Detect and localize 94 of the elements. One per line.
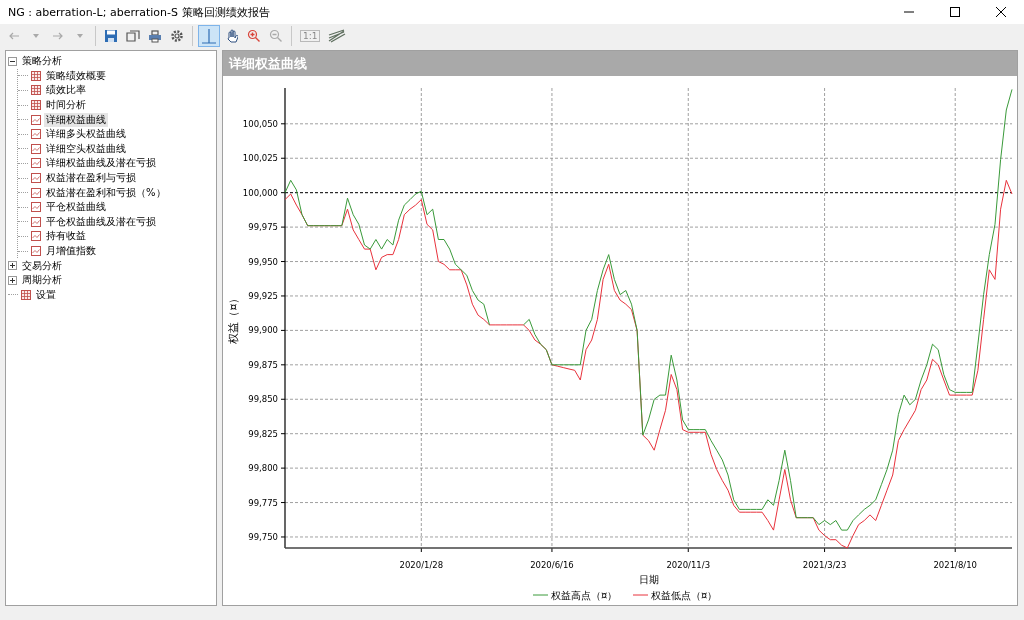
expand-icon[interactable] [8, 261, 17, 271]
table-icon [31, 100, 41, 111]
caret-icon [33, 34, 39, 38]
tick-mark [280, 295, 286, 297]
tick-mark [280, 329, 286, 331]
tick-mark [280, 433, 286, 435]
tree-item[interactable]: 权益潜在盈利与亏损 [44, 171, 138, 186]
y-tick-label: 99,900 [248, 325, 278, 336]
tree-item[interactable]: 绩效比率 [44, 83, 88, 98]
x-axis-title: 日期 [638, 574, 659, 585]
chart-icon [31, 202, 41, 213]
table-icon [21, 289, 31, 300]
table-icon [31, 70, 41, 81]
panel-title: 详细权益曲线 [223, 51, 1017, 76]
zoom-out-icon [269, 29, 283, 43]
tick-mark [280, 226, 286, 228]
y-tick-label: 99,950 [248, 256, 278, 267]
y-tick-label: 99,875 [248, 359, 278, 370]
chart-icon [31, 173, 41, 184]
table-icon [31, 85, 41, 96]
y-axis-title: 权益（¤） [227, 292, 240, 344]
y-tick-label: 99,800 [248, 463, 278, 474]
chart-icon [31, 216, 41, 227]
tick-mark [280, 261, 286, 263]
tick-mark [824, 547, 826, 553]
x-tick-label: 2020/6/16 [530, 560, 574, 570]
forward-arrow-icon [52, 31, 64, 41]
tick-mark [280, 123, 286, 125]
tick-mark [954, 547, 956, 553]
chart-icon [31, 143, 41, 154]
back-arrow-icon [8, 31, 20, 41]
caret-icon [77, 34, 83, 38]
tick-mark [551, 547, 553, 553]
x-tick-label: 2020/1/28 [399, 560, 444, 570]
y-tick-label: 99,925 [248, 290, 278, 301]
tree-item[interactable]: 权益潜在盈利和亏损（%） [44, 185, 168, 200]
tree-item[interactable]: 交易分析 [20, 258, 64, 273]
legend-line [632, 594, 649, 596]
tick-mark [420, 547, 422, 553]
print-icon [148, 29, 162, 43]
y-tick-label: 99,850 [248, 394, 278, 405]
chart-icon [31, 114, 41, 125]
window-title: NG : aberration-L; aberration-S 策略回测绩效报告 [8, 4, 271, 20]
crosshair-icon [201, 28, 217, 44]
hand-icon [226, 28, 238, 44]
tick-mark [280, 536, 286, 538]
tree-item[interactable]: 平仓权益曲线及潜在亏损 [44, 214, 158, 229]
chart-icon [31, 158, 41, 169]
tree-item[interactable]: 月增值指数 [44, 244, 98, 258]
tick-mark [280, 398, 286, 400]
chart-icon [31, 231, 41, 242]
legend-line [532, 594, 549, 596]
chart-icon [31, 246, 41, 256]
collapse-icon[interactable] [8, 56, 17, 66]
y-tick-label: 100,000 [242, 187, 278, 198]
zoom-in-icon [247, 29, 261, 43]
close-icon [996, 7, 1006, 17]
y-tick-label: 99,825 [248, 428, 278, 439]
tree-item[interactable]: 设置 [34, 287, 58, 302]
y-tick-label: 99,975 [248, 222, 278, 233]
y-tick-label: 99,750 [248, 532, 278, 542]
tick-mark [687, 547, 689, 553]
y-tick-label: 99,775 [248, 497, 278, 508]
tree-item[interactable]: 平仓权益曲线 [44, 200, 108, 215]
tick-mark [280, 157, 286, 159]
chart-icon [31, 187, 41, 198]
save-icon [104, 29, 118, 43]
tree-item[interactable]: 详细空头权益曲线 [44, 141, 128, 156]
tree-item[interactable]: 策略分析 [20, 54, 64, 69]
y-tick-label: 100,025 [242, 153, 278, 164]
legend-label: 权益低点（¤） [651, 590, 718, 601]
x-tick-label: 2020/11/3 [666, 560, 711, 570]
chart-icon [31, 129, 41, 140]
legend-label: 权益高点（¤） [551, 590, 618, 601]
y-tick-label: 100,050 [242, 118, 278, 129]
tree-item[interactable]: 持有收益 [44, 229, 88, 244]
crosshair-button[interactable] [198, 25, 220, 47]
tick-mark [280, 192, 286, 194]
tree-item[interactable]: 详细权益曲线及潜在亏损 [44, 156, 158, 171]
page-icon [126, 30, 140, 42]
chart-wave-icon [328, 29, 347, 43]
x-tick-label: 2021/8/10 [933, 560, 977, 570]
tick-mark [280, 364, 286, 366]
tree-item[interactable]: 策略绩效概要 [44, 68, 108, 83]
tree-item[interactable]: 时间分析 [44, 98, 88, 113]
tree-item[interactable]: 周期分析 [20, 273, 64, 288]
expand-icon[interactable] [8, 275, 17, 285]
tree-item[interactable]: 详细权益曲线 [44, 112, 108, 127]
x-tick-label: 2021/3/23 [802, 560, 847, 570]
maximize-icon [950, 7, 960, 17]
tick-mark [280, 467, 286, 469]
tick-mark [280, 502, 286, 504]
tree-item[interactable]: 详细多头权益曲线 [44, 127, 128, 142]
settings-icon [170, 29, 184, 43]
